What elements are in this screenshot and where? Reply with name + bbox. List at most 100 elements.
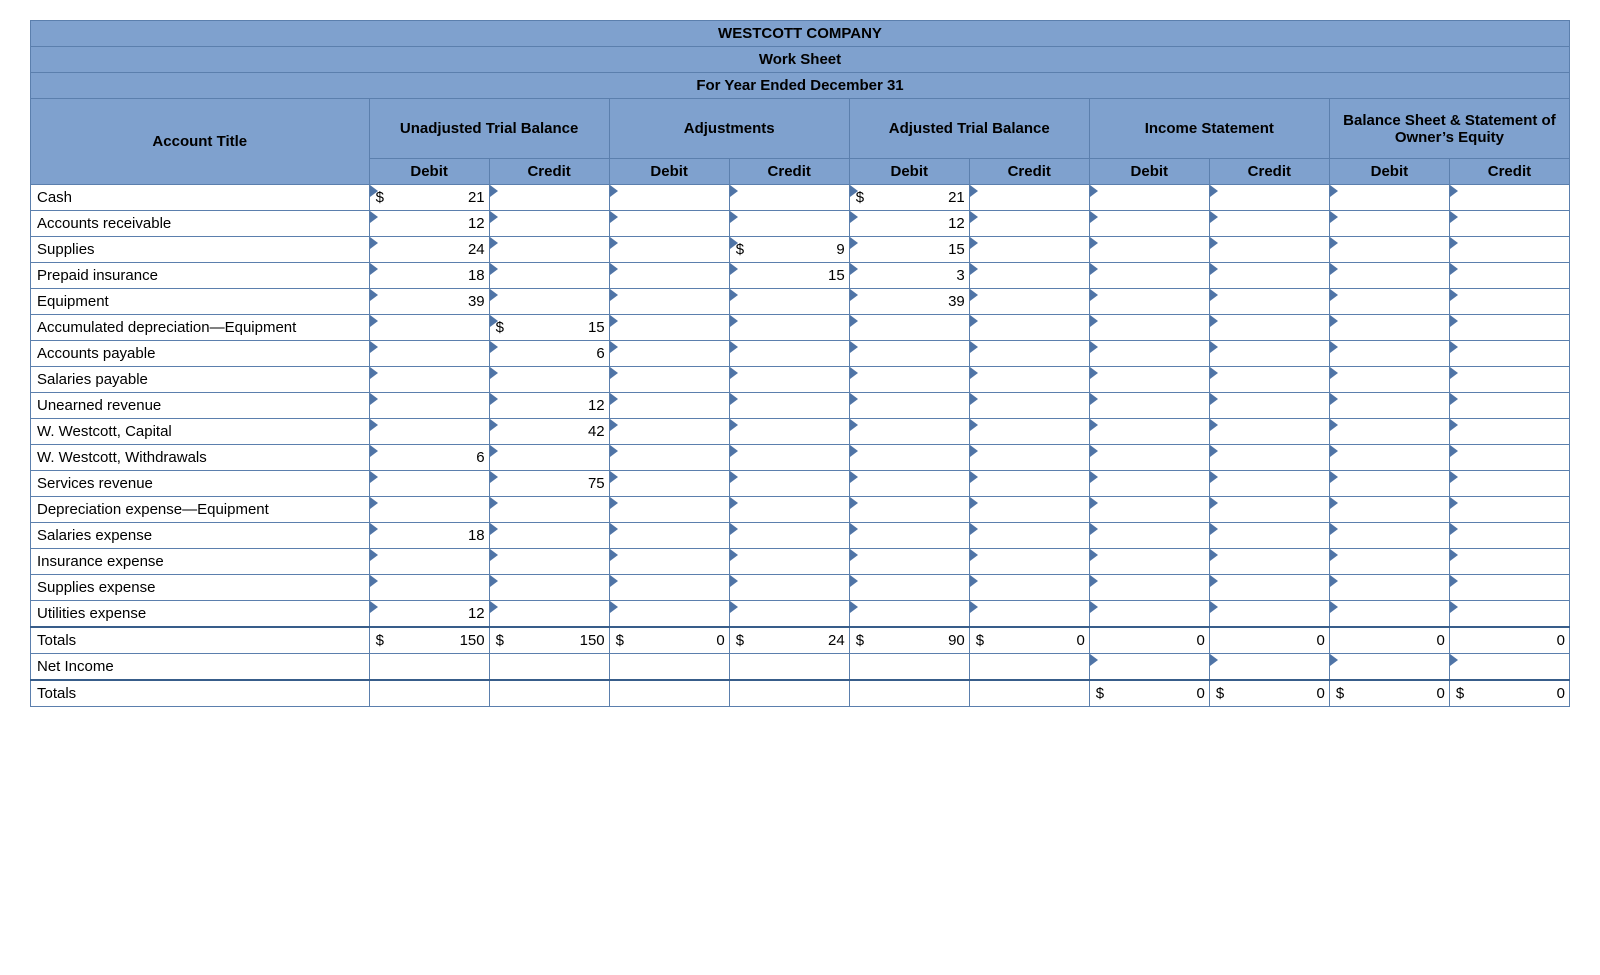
- cell-inc_c[interactable]: [1209, 575, 1329, 601]
- cell-adjust_c[interactable]: [729, 341, 849, 367]
- cell-unadj_d[interactable]: [369, 575, 489, 601]
- cell-adjust_d[interactable]: [609, 367, 729, 393]
- cell-adj_d[interactable]: [849, 419, 969, 445]
- cell-adj_c[interactable]: [969, 341, 1089, 367]
- cell-bal_c[interactable]: [1449, 575, 1569, 601]
- cell-adjust_d[interactable]: [609, 185, 729, 211]
- cell-adj_d[interactable]: [849, 523, 969, 549]
- cell-inc_c[interactable]: [1209, 445, 1329, 471]
- cell-bal_c[interactable]: [1449, 263, 1569, 289]
- cell-adjust_d[interactable]: [609, 445, 729, 471]
- cell-bal_d[interactable]: [1329, 654, 1449, 681]
- cell-adj_c[interactable]: [969, 575, 1089, 601]
- cell-adjust_c[interactable]: [729, 315, 849, 341]
- cell-bal_d[interactable]: [1329, 601, 1449, 628]
- cell-adjust_c[interactable]: 15: [729, 263, 849, 289]
- cell-unadj_c[interactable]: [489, 185, 609, 211]
- cell-adj_c[interactable]: [969, 419, 1089, 445]
- cell-adjust_d[interactable]: [609, 393, 729, 419]
- cell-unadj_d[interactable]: [369, 471, 489, 497]
- cell-adj_d[interactable]: [849, 393, 969, 419]
- cell-adjust_c[interactable]: [729, 601, 849, 628]
- cell-unadj_c[interactable]: [489, 237, 609, 263]
- cell-bal_c[interactable]: [1449, 419, 1569, 445]
- cell-adj_d[interactable]: [849, 471, 969, 497]
- cell-adjust_d[interactable]: [609, 471, 729, 497]
- cell-unadj_c[interactable]: [489, 367, 609, 393]
- cell-inc_d[interactable]: [1089, 549, 1209, 575]
- cell-adjust_c[interactable]: [729, 497, 849, 523]
- cell-unadj_d[interactable]: [369, 341, 489, 367]
- cell-bal_c[interactable]: [1449, 393, 1569, 419]
- cell-adjust_c[interactable]: [729, 211, 849, 237]
- cell-unadj_d[interactable]: 6: [369, 445, 489, 471]
- cell-adj_c[interactable]: [969, 367, 1089, 393]
- cell-adjust_d[interactable]: [609, 315, 729, 341]
- cell-inc_d[interactable]: [1089, 185, 1209, 211]
- cell-adj_c[interactable]: [969, 523, 1089, 549]
- cell-unadj_d[interactable]: 24: [369, 237, 489, 263]
- cell-adj_d[interactable]: [849, 341, 969, 367]
- cell-unadj_c[interactable]: [489, 601, 609, 628]
- cell-unadj_c[interactable]: [489, 549, 609, 575]
- cell-inc_d[interactable]: [1089, 523, 1209, 549]
- cell-bal_c[interactable]: [1449, 601, 1569, 628]
- cell-unadj_d[interactable]: $21: [369, 185, 489, 211]
- cell-bal_d[interactable]: [1329, 237, 1449, 263]
- cell-bal_d[interactable]: [1329, 185, 1449, 211]
- cell-bal_d[interactable]: [1329, 549, 1449, 575]
- cell-unadj_c[interactable]: [489, 445, 609, 471]
- cell-unadj_c[interactable]: [489, 289, 609, 315]
- cell-adj_d[interactable]: [849, 367, 969, 393]
- cell-adj_c[interactable]: [969, 289, 1089, 315]
- cell-inc_d[interactable]: [1089, 263, 1209, 289]
- cell-adj_d[interactable]: [849, 445, 969, 471]
- cell-adjust_c[interactable]: [729, 185, 849, 211]
- cell-bal_d[interactable]: [1329, 315, 1449, 341]
- cell-inc_d[interactable]: [1089, 393, 1209, 419]
- cell-bal_c[interactable]: [1449, 367, 1569, 393]
- cell-unadj_d[interactable]: 12: [369, 211, 489, 237]
- cell-adj_c[interactable]: [969, 185, 1089, 211]
- cell-bal_c[interactable]: [1449, 445, 1569, 471]
- cell-adjust_c[interactable]: [729, 471, 849, 497]
- cell-inc_c[interactable]: [1209, 367, 1329, 393]
- cell-adjust_c[interactable]: [729, 549, 849, 575]
- cell-adj_c[interactable]: [969, 211, 1089, 237]
- cell-inc_d[interactable]: [1089, 341, 1209, 367]
- cell-adj_c[interactable]: [969, 471, 1089, 497]
- cell-adj_d[interactable]: [849, 497, 969, 523]
- cell-inc_d[interactable]: [1089, 601, 1209, 628]
- cell-unadj_d[interactable]: [369, 497, 489, 523]
- cell-unadj_d[interactable]: [369, 393, 489, 419]
- cell-adj_c[interactable]: [969, 601, 1089, 628]
- cell-adj_c[interactable]: [969, 237, 1089, 263]
- cell-bal_d[interactable]: [1329, 445, 1449, 471]
- cell-bal_c[interactable]: [1449, 185, 1569, 211]
- cell-bal_d[interactable]: [1329, 289, 1449, 315]
- cell-inc_d[interactable]: [1089, 289, 1209, 315]
- cell-adjust_d[interactable]: [609, 211, 729, 237]
- cell-unadj_d[interactable]: [369, 419, 489, 445]
- cell-inc_c[interactable]: [1209, 523, 1329, 549]
- cell-inc_c[interactable]: [1209, 263, 1329, 289]
- cell-inc_c[interactable]: [1209, 654, 1329, 681]
- cell-adjust_c[interactable]: [729, 523, 849, 549]
- cell-unadj_c[interactable]: 12: [489, 393, 609, 419]
- cell-unadj_c[interactable]: $15: [489, 315, 609, 341]
- cell-adjust_d[interactable]: [609, 575, 729, 601]
- cell-adjust_d[interactable]: [609, 523, 729, 549]
- cell-bal_c[interactable]: [1449, 211, 1569, 237]
- cell-adj_d[interactable]: [849, 601, 969, 628]
- cell-adjust_d[interactable]: [609, 497, 729, 523]
- cell-adjust_d[interactable]: [609, 341, 729, 367]
- cell-inc_c[interactable]: [1209, 601, 1329, 628]
- cell-bal_c[interactable]: [1449, 289, 1569, 315]
- cell-adj_d[interactable]: [849, 575, 969, 601]
- cell-inc_d[interactable]: [1089, 654, 1209, 681]
- cell-bal_c[interactable]: [1449, 654, 1569, 681]
- cell-adj_d[interactable]: $21: [849, 185, 969, 211]
- cell-bal_c[interactable]: [1449, 237, 1569, 263]
- cell-adjust_d[interactable]: [609, 549, 729, 575]
- cell-inc_c[interactable]: [1209, 497, 1329, 523]
